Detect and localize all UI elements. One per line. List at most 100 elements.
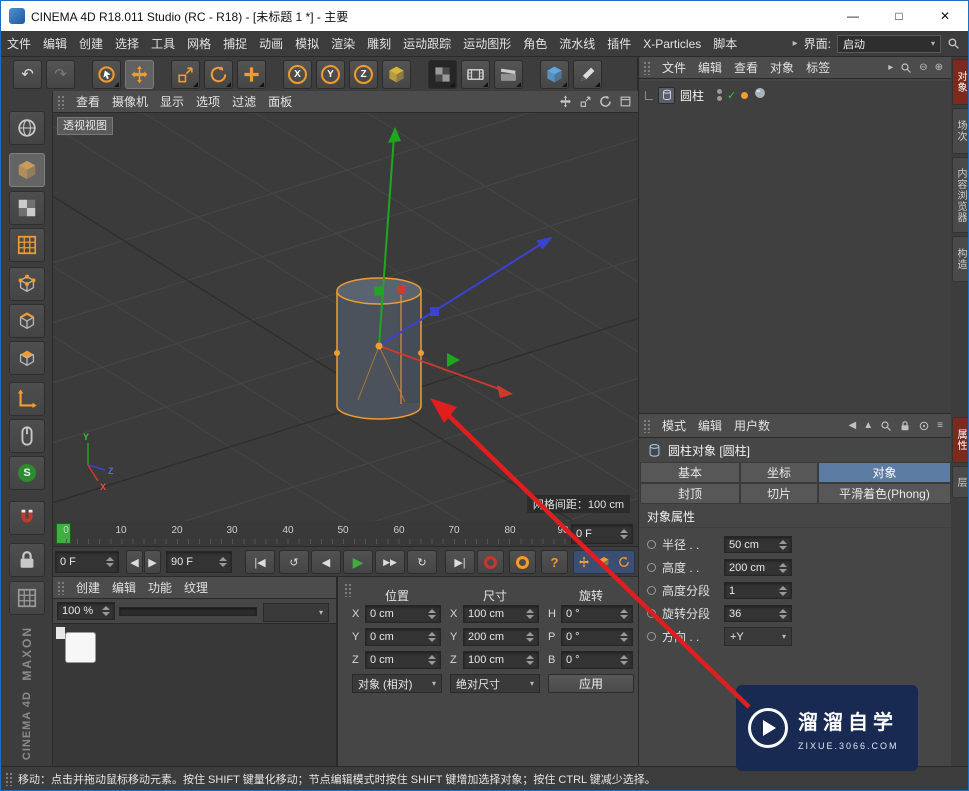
- close-button[interactable]: ✕: [922, 1, 968, 31]
- material-menu-edit[interactable]: 编辑: [106, 579, 142, 596]
- axis-mode-button[interactable]: [9, 382, 45, 416]
- rotation-segments-field[interactable]: 36: [724, 605, 792, 622]
- menu-item-file[interactable]: 文件: [1, 35, 37, 52]
- stepper[interactable]: [779, 563, 787, 573]
- cylinder-object-icon[interactable]: [658, 87, 675, 104]
- am-menu-userdata[interactable]: 用户数: [728, 417, 776, 434]
- menu-item-snap[interactable]: 捕捉: [217, 35, 253, 52]
- redo-button[interactable]: ↷: [46, 60, 75, 89]
- menu-item-render[interactable]: 渲染: [325, 35, 361, 52]
- stepper[interactable]: [620, 529, 628, 539]
- minus-icon[interactable]: ⊖: [919, 62, 927, 73]
- magnet-snap-button[interactable]: [9, 501, 45, 535]
- tab-takes-vertical[interactable]: 场次: [952, 108, 969, 154]
- tab-phong[interactable]: 平滑着色(Phong): [818, 483, 951, 504]
- record-rotation-icon[interactable]: [618, 556, 630, 568]
- search-icon[interactable]: [900, 62, 912, 74]
- keyframe-dot-icon[interactable]: [647, 586, 656, 595]
- overflow-icon[interactable]: ▸: [888, 62, 893, 73]
- model-mode-button[interactable]: [9, 153, 45, 187]
- panel-grip[interactable]: [643, 61, 652, 75]
- apply-button[interactable]: 应用: [548, 674, 634, 693]
- last-tool-button[interactable]: [237, 60, 266, 89]
- material-list[interactable]: [53, 623, 336, 766]
- am-menu-mode[interactable]: 模式: [656, 417, 692, 434]
- om-menu-edit[interactable]: 编辑: [692, 59, 728, 76]
- panel-grip[interactable]: [57, 581, 66, 595]
- material-view-dropdown[interactable]: ▾: [263, 603, 329, 622]
- viewport-menu-view[interactable]: 查看: [70, 93, 106, 110]
- search-icon[interactable]: [947, 37, 960, 50]
- material-zoom-slider[interactable]: [119, 607, 257, 616]
- height-segments-field[interactable]: 1: [724, 582, 792, 599]
- tab-objects-vertical[interactable]: 对象: [952, 59, 969, 105]
- object-name[interactable]: 圆柱: [680, 87, 704, 104]
- workplane-lock-button[interactable]: [9, 543, 45, 577]
- om-menu-file[interactable]: 文件: [656, 59, 692, 76]
- viewport-menu-display[interactable]: 显示: [154, 93, 190, 110]
- tab-attributes-vertical[interactable]: 属性: [952, 417, 969, 463]
- live-selection-button[interactable]: [92, 60, 121, 89]
- menu-item-tools[interactable]: 工具: [145, 35, 181, 52]
- menu-item-create[interactable]: 创建: [73, 35, 109, 52]
- timeline-frame-field[interactable]: 0 F: [571, 524, 633, 544]
- keyframe-dot-icon[interactable]: [647, 540, 656, 549]
- stepper[interactable]: [102, 606, 110, 616]
- edges-mode-button[interactable]: [9, 304, 45, 338]
- panel-grip[interactable]: [57, 95, 66, 109]
- autokey-button[interactable]: [509, 550, 536, 574]
- frame-back-button[interactable]: ◀: [126, 550, 143, 574]
- make-editable-button[interactable]: [9, 111, 45, 145]
- material-menu-create[interactable]: 创建: [70, 579, 106, 596]
- lock-icon[interactable]: [899, 420, 911, 432]
- history-up-icon[interactable]: ▲: [863, 420, 873, 431]
- stepper[interactable]: [779, 540, 787, 550]
- loop-button[interactable]: ↻: [407, 550, 437, 574]
- rotate-tool-button[interactable]: [204, 60, 233, 89]
- viewport-3d[interactable]: Y Z X 透视视图 网格间距：100 cm: [53, 113, 638, 521]
- tab-layers-vertical[interactable]: 层: [952, 466, 969, 498]
- current-frame-field[interactable]: 0 F: [55, 551, 119, 573]
- history-back-icon[interactable]: ◀: [849, 420, 857, 431]
- menu-overflow-icon[interactable]: ▸: [793, 38, 798, 49]
- object-list[interactable]: 圆柱 ✓: [639, 81, 951, 414]
- enabled-check-icon[interactable]: ✓: [727, 89, 736, 102]
- lock-y-axis-button[interactable]: Y: [316, 60, 345, 89]
- minimize-button[interactable]: —: [830, 1, 876, 31]
- phong-tag-icon[interactable]: [753, 86, 767, 105]
- menu-item-mograph[interactable]: 运动图形: [457, 35, 517, 52]
- om-menu-tags[interactable]: 标签: [800, 59, 836, 76]
- position-x-field[interactable]: 0 cm: [365, 605, 441, 623]
- material-zoom-field[interactable]: 100 %: [57, 602, 115, 620]
- size-x-field[interactable]: 100 cm: [463, 605, 539, 623]
- viewport-menu-camera[interactable]: 摄像机: [106, 93, 154, 110]
- menu-item-script[interactable]: 脚本: [707, 35, 743, 52]
- help-button[interactable]: ?: [541, 550, 568, 574]
- stepper[interactable]: [779, 609, 787, 619]
- viewport-menu-options[interactable]: 选项: [190, 93, 226, 110]
- frame-forward-button[interactable]: ▶: [144, 550, 161, 574]
- menu-item-plugins[interactable]: 插件: [601, 35, 637, 52]
- menu-item-mesh[interactable]: 网格: [181, 35, 217, 52]
- render-settings-button[interactable]: [494, 60, 523, 89]
- polygons-mode-button[interactable]: [9, 341, 45, 375]
- menu-item-edit[interactable]: 编辑: [37, 35, 73, 52]
- zoom-view-icon[interactable]: [579, 95, 592, 108]
- om-menu-view[interactable]: 查看: [728, 59, 764, 76]
- menu-item-xparticles[interactable]: X-Particles: [637, 37, 707, 51]
- record-channel-toggles[interactable]: [573, 550, 635, 574]
- viewport-solo-button[interactable]: [9, 419, 45, 453]
- visibility-dots-icon[interactable]: [717, 89, 722, 101]
- maximize-button[interactable]: □: [876, 1, 922, 31]
- rotation-h-field[interactable]: 0 °: [561, 605, 633, 623]
- pan-view-icon[interactable]: [559, 95, 572, 108]
- scale-tool-button[interactable]: [171, 60, 200, 89]
- play-button[interactable]: ▶: [343, 550, 373, 574]
- tab-slice[interactable]: 切片: [740, 483, 818, 504]
- position-mode-dropdown[interactable]: 对象 (相对) ▾: [352, 674, 442, 693]
- stepper[interactable]: [219, 557, 227, 567]
- prev-frame-button[interactable]: ◀: [311, 550, 341, 574]
- render-picture-viewer-button[interactable]: [461, 60, 490, 89]
- radius-field[interactable]: 50 cm: [724, 536, 792, 553]
- size-z-field[interactable]: 100 cm: [463, 651, 539, 669]
